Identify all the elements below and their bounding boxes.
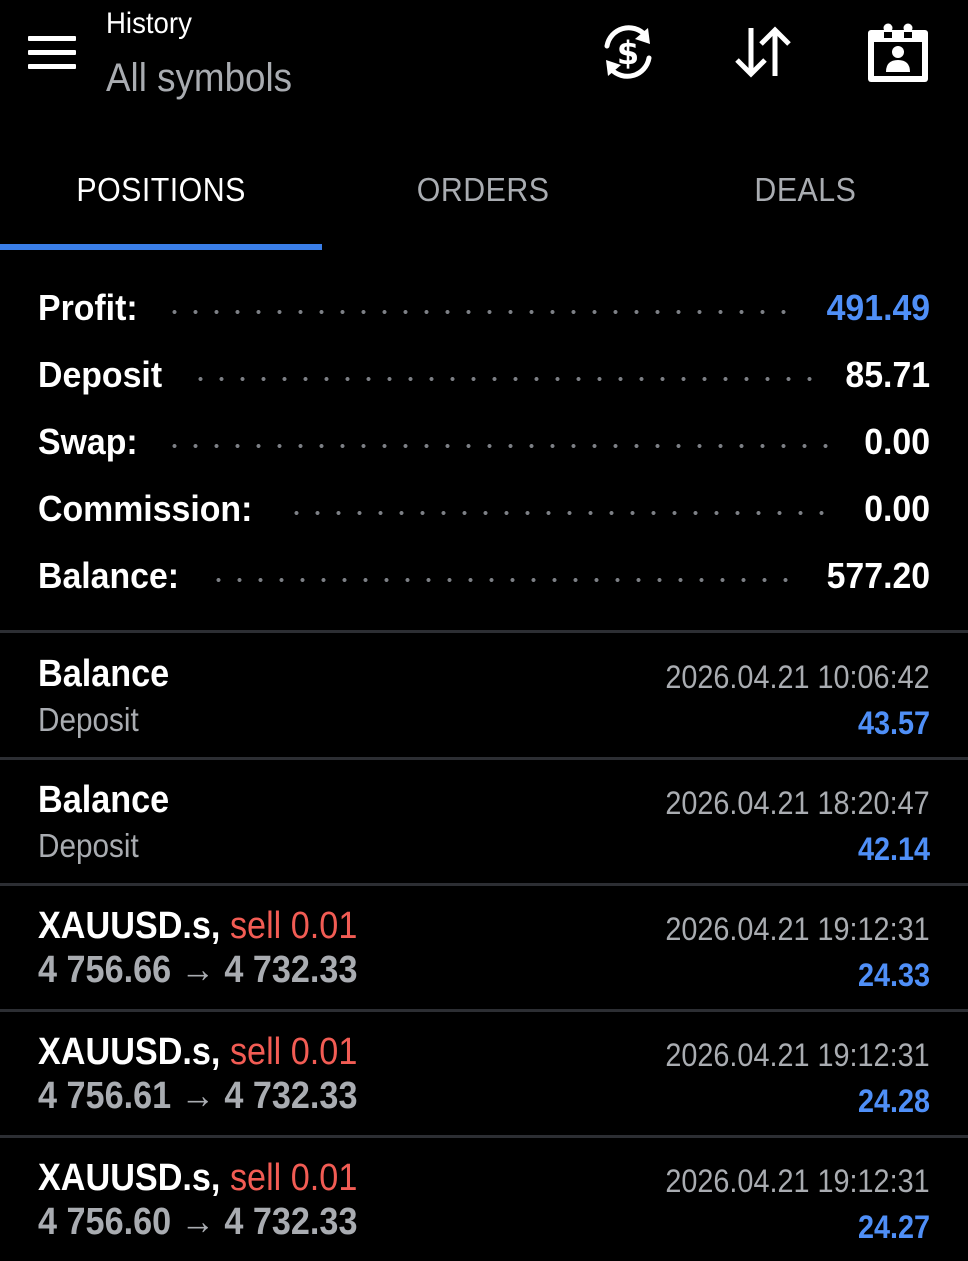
open-price: 4 756.66 [38,949,172,991]
dotted-leader [208,577,800,582]
tab-orders-label: ORDERS [416,171,550,208]
item-side: sell 0.01 [229,1157,358,1199]
item-amount: 42.14 [857,831,930,867]
hamburger-menu-icon[interactable] [28,36,76,70]
close-price: 4 732.33 [224,1201,358,1243]
item-time: 2026.04.21 19:12:31 [665,1037,930,1073]
profit-value: 491.49 [826,286,930,328]
tab-deals[interactable]: DEALS [644,140,966,240]
profit-label: Profit: [38,286,138,328]
open-price: 4 756.60 [38,1201,172,1243]
item-time: 2026.04.21 10:06:42 [665,659,930,695]
item-subtitle: Deposit [38,701,139,738]
item-prices: 4 756.60 → 4 732.33 [38,1200,357,1244]
item-amount: 24.33 [857,957,930,993]
dotted-leader [164,443,840,448]
divider [0,630,968,633]
dotted-leader [286,510,840,515]
balance-value: 577.20 [826,554,930,596]
item-symbol: XAUUSD.s, [38,905,221,947]
top-app-bar: History All symbols $ [0,0,968,120]
item-amount: 43.57 [857,705,930,741]
swap-value: 0.00 [864,420,930,462]
sort-icon[interactable] [731,20,795,84]
deposit-label: Deposit [38,353,163,395]
dotted-leader [163,309,800,314]
list-item[interactable]: Balance Deposit 2026.04.21 18:20:47 42.1… [0,760,968,882]
item-time: 2026.04.21 19:12:31 [665,1163,930,1199]
item-side: sell 0.01 [229,905,358,947]
item-symbol: XAUUSD.s, [38,1157,221,1199]
commission-value: 0.00 [864,487,930,529]
item-symbol: XAUUSD.s, [38,1031,221,1073]
list-item[interactable]: XAUUSD.s, sell 0.01 4 756.66 → 4 732.33 … [0,886,968,1008]
symbol-filter-label[interactable]: All symbols [106,54,292,102]
arrow-icon: → [180,1075,215,1117]
history-tabs: POSITIONS ORDERS DEALS [0,140,968,252]
tab-orders[interactable]: ORDERS [322,140,644,240]
item-side: sell 0.01 [229,1031,358,1073]
tab-positions-label: POSITIONS [76,171,246,208]
summary-row-deposit: Deposit 85.71 [38,341,930,408]
list-item[interactable]: Balance Deposit 2026.04.21 10:06:42 43.5… [0,634,968,756]
dotted-leader [190,376,820,381]
list-item[interactable]: XAUUSD.s, sell 0.01 4 756.60 → 4 732.33 … [0,1138,968,1260]
commission-label: Commission: [38,487,253,529]
item-prices: 4 756.66 → 4 732.33 [38,948,357,992]
item-title: XAUUSD.s, sell 0.01 [38,1030,357,1074]
currency-exchange-icon[interactable]: $ [596,20,660,84]
tab-positions[interactable]: POSITIONS [0,140,322,240]
close-price: 4 732.33 [224,949,358,991]
item-prices: 4 756.61 → 4 732.33 [38,1074,357,1118]
active-tab-indicator [0,244,322,250]
open-price: 4 756.61 [38,1075,172,1117]
summary-row-balance: Balance: 577.20 [38,542,930,609]
close-price: 4 732.33 [224,1075,358,1117]
item-subtitle: Deposit [38,827,139,864]
arrow-icon: → [180,949,215,991]
swap-label: Swap: [38,420,138,462]
svg-text:$: $ [617,34,639,72]
item-amount: 24.27 [857,1209,930,1245]
deposit-value: 85.71 [845,353,930,395]
summary-row-swap: Swap: 0.00 [38,408,930,475]
balance-label: Balance: [38,554,180,596]
list-item[interactable]: XAUUSD.s, sell 0.01 4 756.61 → 4 732.33 … [0,1012,968,1134]
item-title: Balance [38,779,170,821]
summary-row-profit: Profit: 491.49 [38,274,930,341]
item-title: Balance [38,653,170,695]
arrow-icon: → [180,1201,215,1243]
calendar-icon[interactable] [866,20,930,84]
item-title: XAUUSD.s, sell 0.01 [38,904,357,948]
item-amount: 24.28 [857,1083,930,1119]
tab-deals-label: DEALS [754,171,856,208]
page-title: History [106,7,192,40]
item-time: 2026.04.21 19:12:31 [665,911,930,947]
item-time: 2026.04.21 18:20:47 [665,785,930,821]
item-title: XAUUSD.s, sell 0.01 [38,1156,357,1200]
summary-row-commission: Commission: 0.00 [38,475,930,542]
